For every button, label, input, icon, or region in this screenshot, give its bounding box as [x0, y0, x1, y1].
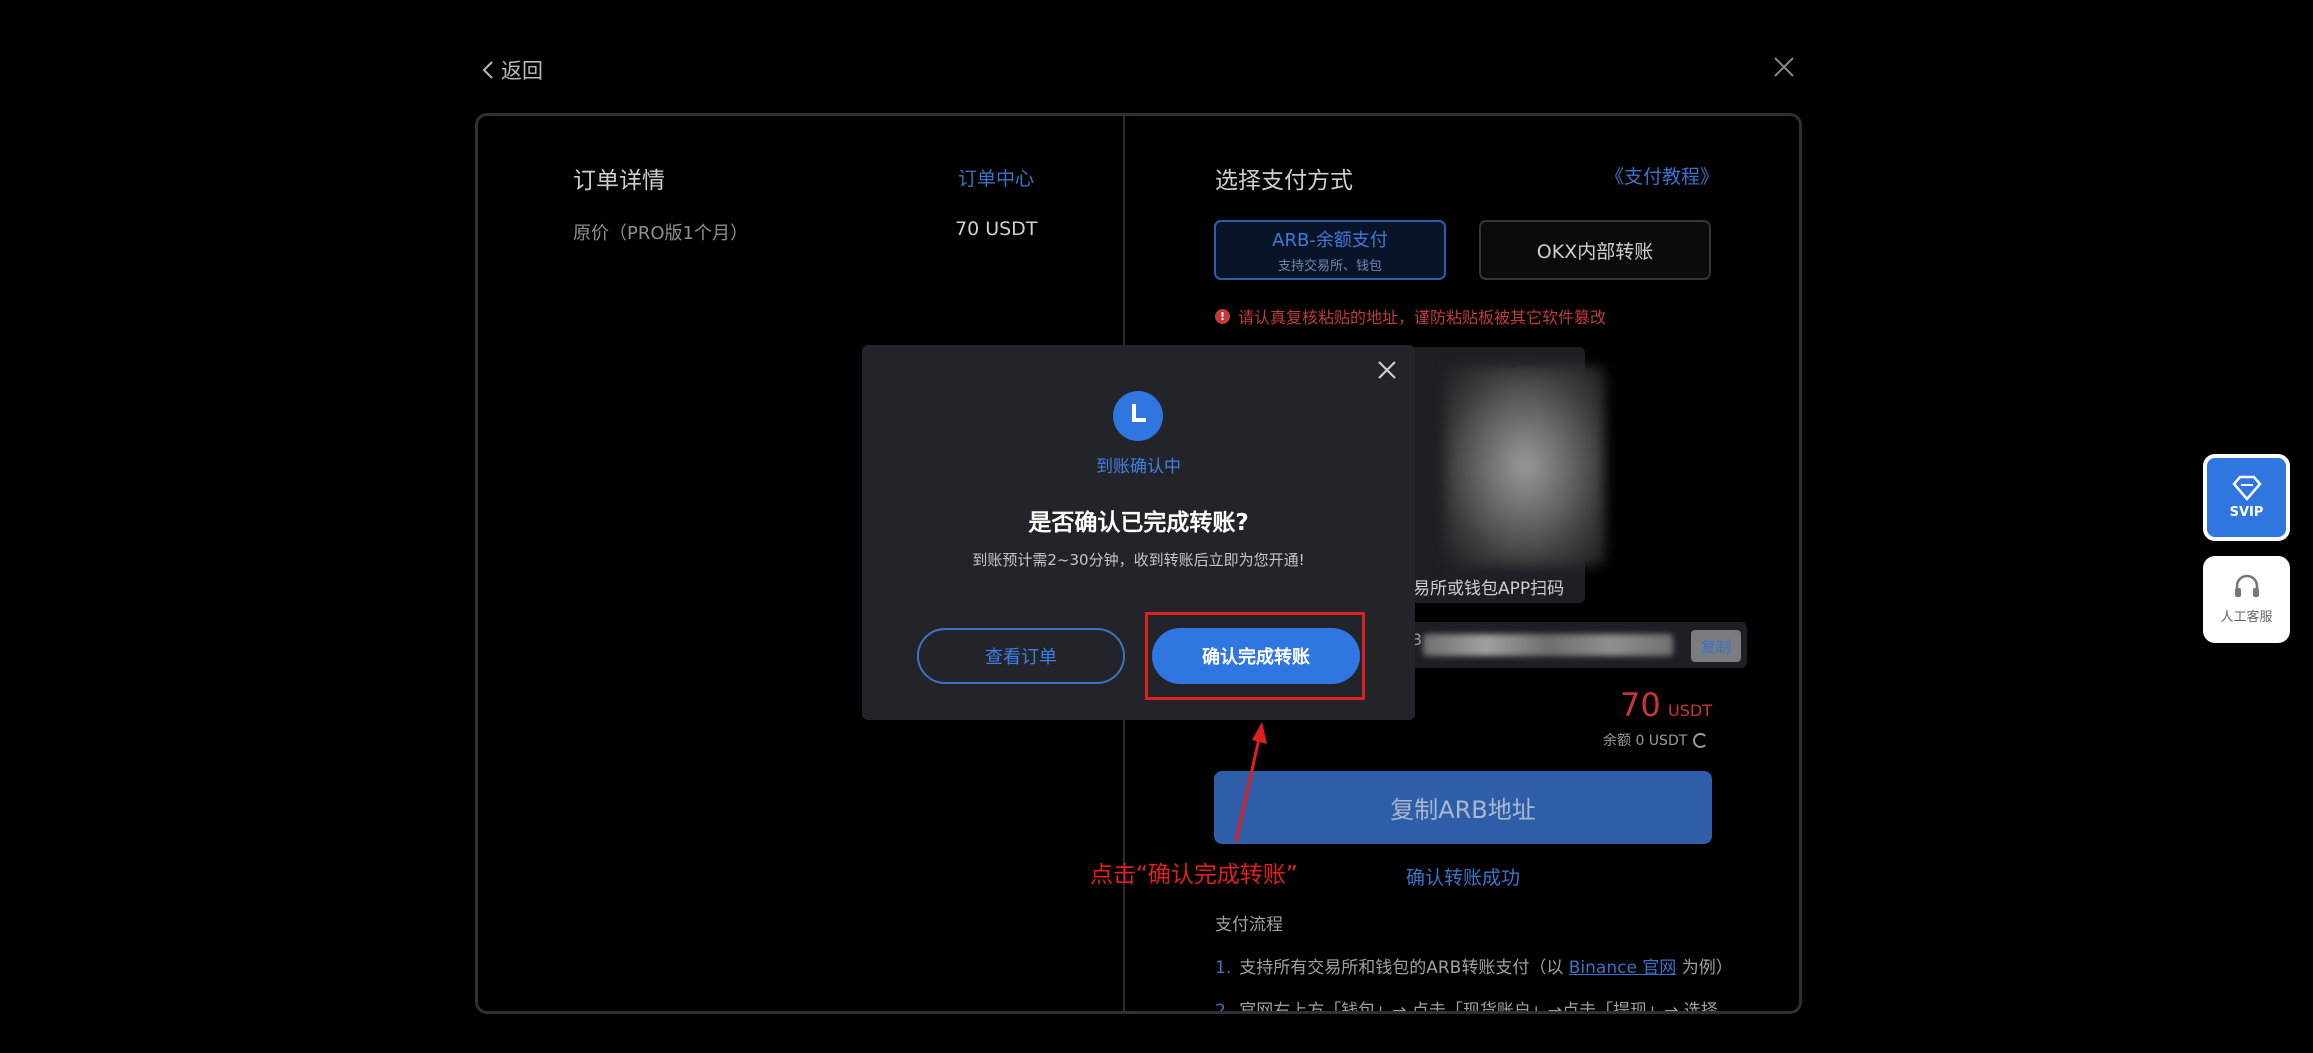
clipboard-warning: ! 请认真复核粘贴的地址，谨防粘贴板被其它软件篡改	[1215, 304, 1606, 328]
flow-step-2: 2. 官网右上方「钱包」→ 点击「现货账户」→点击「提现」→ 选择	[1215, 996, 1718, 1014]
annotation-arrow-icon	[1234, 722, 1267, 843]
confirm-transfer-success-link[interactable]: 确认转账成功	[1406, 863, 1520, 890]
warning-text: 请认真复核粘贴的地址，谨防粘贴板被其它软件篡改	[1238, 308, 1607, 327]
flow-step-text: 支持所有交易所和钱包的ARB转账支付（以	[1239, 958, 1569, 978]
flow-step-text: 官网右上方「钱包」→ 点击「现货账户」→点击「提现」→ 选择	[1239, 1001, 1718, 1014]
customer-support-button[interactable]: 人工客服	[2203, 556, 2290, 643]
modal-close-icon[interactable]	[1375, 358, 1399, 382]
svip-button[interactable]: SVIP	[2203, 454, 2290, 541]
view-order-button[interactable]: 查看订单	[917, 628, 1125, 684]
back-label: 返回	[501, 59, 543, 83]
headset-icon	[2234, 574, 2259, 597]
modal-title: 是否确认已完成转账?	[1028, 510, 1249, 536]
clock-icon	[1113, 391, 1163, 441]
copy-arb-address-button[interactable]: 复制ARB地址	[1214, 771, 1712, 844]
highlight-box	[1145, 612, 1365, 700]
modal-description: 到账预计需2~30分钟，收到转账后立即为您开通!	[972, 551, 1305, 569]
close-icon[interactable]	[1772, 55, 1796, 79]
payment-flow-title: 支付流程	[1215, 915, 1283, 935]
tab-okx-label: OKX内部转账	[1536, 240, 1654, 263]
order-center-link[interactable]: 订单中心	[958, 164, 1034, 191]
chevron-left-icon	[482, 61, 493, 79]
binance-link[interactable]: Binance 官网	[1569, 958, 1677, 978]
qr-code-image	[1445, 366, 1605, 566]
tab-arb-sublabel: 支持交易所、钱包	[1277, 259, 1382, 274]
pay-amount-unit: USDT	[1668, 701, 1712, 720]
original-price-label: 原价（PRO版1个月）	[573, 223, 748, 244]
flow-step-number: 2.	[1215, 1001, 1232, 1014]
flow-step-1: 1. 支持所有交易所和钱包的ARB转账支付（以 Binance 官网 为例）	[1215, 953, 1733, 978]
pay-amount: 70	[1620, 686, 1661, 724]
address-value-blurred	[1423, 634, 1673, 656]
order-details-title: 订单详情	[573, 168, 665, 194]
support-label: 人工客服	[2220, 610, 2273, 625]
svip-label: SVIP	[2229, 505, 2264, 520]
payment-tutorial-link[interactable]: 《支付教程》	[1605, 162, 1719, 189]
qr-caption: 易所或钱包APP扫码	[1413, 579, 1565, 599]
alert-icon: !	[1215, 308, 1230, 324]
payment-method-title: 选择支付方式	[1215, 168, 1353, 194]
copy-address-button[interactable]: 复制	[1691, 630, 1741, 662]
tab-okx-transfer[interactable]: OKX内部转账	[1479, 220, 1711, 280]
modal-status: 到账确认中	[1096, 457, 1181, 477]
flow-step-number: 1.	[1215, 958, 1232, 978]
balance-row: 余额 0 USDT	[1603, 730, 1709, 750]
diamond-icon	[2231, 475, 2262, 501]
annotation-text: 点击“确认完成转账”	[1090, 862, 1298, 888]
tab-arb-label: ARB-余额支付	[1272, 230, 1388, 251]
tab-arb-balance[interactable]: ARB-余额支付 支持交易所、钱包	[1214, 220, 1446, 280]
refresh-icon[interactable]	[1693, 732, 1709, 748]
back-button[interactable]: 返回	[481, 55, 543, 85]
flow-step-text-after: 为例）	[1676, 958, 1733, 978]
balance-text: 余额 0 USDT	[1603, 733, 1688, 749]
original-price-value: 70 USDT	[955, 218, 1038, 240]
